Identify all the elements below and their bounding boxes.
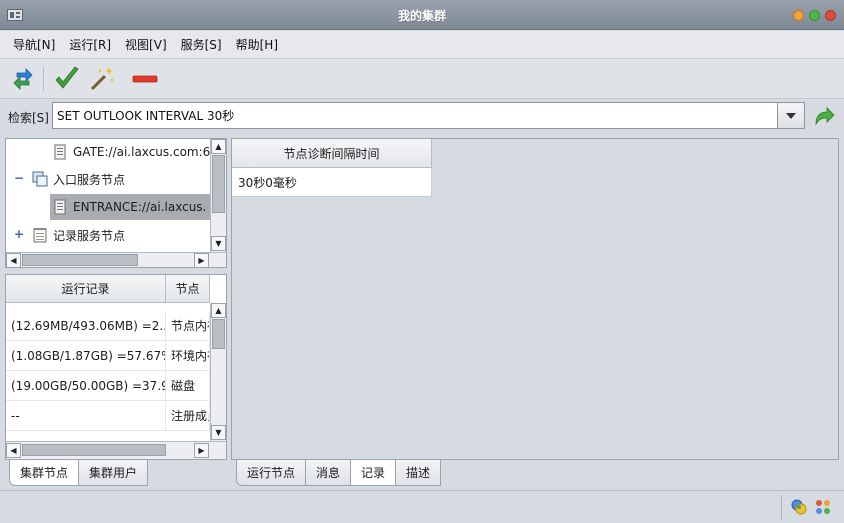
table-cell: (12.69MB/493.06MB) =2... xyxy=(6,311,166,341)
toolbar xyxy=(0,59,844,99)
search-label: 检索[S] xyxy=(8,111,49,125)
command-input[interactable] xyxy=(52,102,778,129)
table-cell: (19.00GB/50.00GB) =37.9... xyxy=(6,371,166,401)
result-value: 30秒0毫秒 xyxy=(232,168,432,197)
table-cell: 注册成员 xyxy=(166,401,210,431)
scroll-thumb[interactable] xyxy=(212,155,225,213)
tab-messages[interactable]: 消息 xyxy=(305,460,352,486)
status-bar xyxy=(0,490,844,523)
tab-cluster-users[interactable]: 集群用户 xyxy=(78,460,149,486)
tree-horizontal-scrollbar[interactable]: ◀ ▶ xyxy=(6,252,226,267)
scroll-right-arrow-icon[interactable]: ▶ xyxy=(194,443,209,458)
scroll-up-arrow-icon[interactable]: ▲ xyxy=(211,139,226,154)
scroll-thumb[interactable] xyxy=(22,444,166,456)
server-icon xyxy=(54,199,66,215)
menu-help[interactable]: 帮助[H] xyxy=(229,36,285,53)
tree-item-log-group[interactable]: 记录服务节点 xyxy=(32,222,125,248)
result-panel: 节点诊断间隔时间 30秒0毫秒 xyxy=(231,138,839,460)
title-bar: 我的集群 xyxy=(0,0,844,30)
table-horizontal-scrollbar[interactable]: ◀ ▶ xyxy=(6,441,226,459)
table-vertical-scrollbar[interactable]: ▲ ▼ xyxy=(210,303,226,441)
cluster-icon xyxy=(32,171,48,187)
table-cell: 磁盘 xyxy=(166,371,210,401)
server-icon xyxy=(54,144,66,160)
tree-item-entrance-selected[interactable]: ENTRANCE://ai.laxcus. xyxy=(50,194,210,220)
right-tab-bar: 运行节点 消息 记录 描述 xyxy=(236,460,442,486)
menu-run[interactable]: 运行[R] xyxy=(62,36,118,53)
left-tab-bar: 集群节点 集群用户 xyxy=(9,460,149,486)
refresh-icon[interactable] xyxy=(8,65,38,93)
menu-view[interactable]: 视图[V] xyxy=(118,36,174,53)
tree-item-label: ENTRANCE://ai.laxcus. xyxy=(73,200,207,214)
network-status-icon[interactable] xyxy=(790,498,808,516)
column-header-interval[interactable]: 节点诊断间隔时间 xyxy=(232,139,432,168)
table-cell: 节点内存 xyxy=(166,311,210,341)
users-status-icon[interactable] xyxy=(814,498,832,516)
scroll-down-arrow-icon[interactable]: ▼ xyxy=(211,425,226,440)
toolbar-separator xyxy=(43,67,44,91)
status-separator xyxy=(781,495,782,520)
chevron-down-icon xyxy=(786,113,796,119)
tree-item-entrance-group[interactable]: 入口服务节点 xyxy=(32,166,125,192)
minimize-button[interactable] xyxy=(793,10,804,21)
maximize-button[interactable] xyxy=(809,10,820,21)
command-history-dropdown[interactable] xyxy=(777,102,805,129)
window-controls xyxy=(793,10,836,21)
menu-navigate[interactable]: 导航[N] xyxy=(6,36,62,53)
tab-records[interactable]: 记录 xyxy=(350,460,397,486)
tree-vertical-scrollbar[interactable]: ▲ ▼ xyxy=(210,139,226,252)
expand-toggle[interactable]: + xyxy=(14,227,24,241)
scroll-thumb[interactable] xyxy=(212,319,225,349)
scroll-left-arrow-icon[interactable]: ◀ xyxy=(6,443,21,458)
table-cell: (1.08GB/1.87GB) =57.67% xyxy=(6,341,166,371)
run-log-table: 运行记录 节点 (12.69MB/493.06MB) =2... 节点内存 (1… xyxy=(5,274,227,460)
check-icon[interactable] xyxy=(52,65,82,93)
scroll-left-arrow-icon[interactable]: ◀ xyxy=(6,253,21,267)
tree-item-label: 入口服务节点 xyxy=(53,172,126,187)
tab-description[interactable]: 描述 xyxy=(395,460,442,486)
tree-item-gate[interactable]: GATE://ai.laxcus.com:6 xyxy=(52,139,210,165)
column-header-run-log[interactable]: 运行记录 xyxy=(6,275,166,303)
command-row: 检索[S] xyxy=(0,99,844,133)
menu-service[interactable]: 服务[S] xyxy=(174,36,229,53)
node-tree: GATE://ai.laxcus.com:6 − 入口服务节点 ENTRANCE… xyxy=(5,138,227,268)
scroll-right-arrow-icon[interactable]: ▶ xyxy=(194,253,209,267)
scroll-thumb[interactable] xyxy=(22,254,138,266)
remove-icon[interactable] xyxy=(130,65,160,93)
tree-item-label: GATE://ai.laxcus.com:6 xyxy=(73,145,211,159)
notebook-icon xyxy=(33,228,47,243)
tab-cluster-nodes[interactable]: 集群节点 xyxy=(9,460,80,486)
table-cell: 环境内存 xyxy=(166,341,210,371)
scroll-down-arrow-icon[interactable]: ▼ xyxy=(211,236,226,251)
collapse-toggle[interactable]: − xyxy=(14,171,24,185)
tree-item-label: 记录服务节点 xyxy=(53,228,126,243)
close-button[interactable] xyxy=(825,10,836,21)
menu-bar: 导航[N] 运行[R] 视图[V] 服务[S] 帮助[H] xyxy=(0,31,844,59)
scroll-up-arrow-icon[interactable]: ▲ xyxy=(211,303,226,318)
tab-running-nodes[interactable]: 运行节点 xyxy=(236,460,307,486)
window-title: 我的集群 xyxy=(397,9,446,23)
magic-wand-icon[interactable] xyxy=(86,65,116,93)
table-cell: -- xyxy=(6,401,166,431)
column-header-node[interactable]: 节点 xyxy=(166,275,210,303)
execute-arrow-icon[interactable] xyxy=(812,105,836,127)
